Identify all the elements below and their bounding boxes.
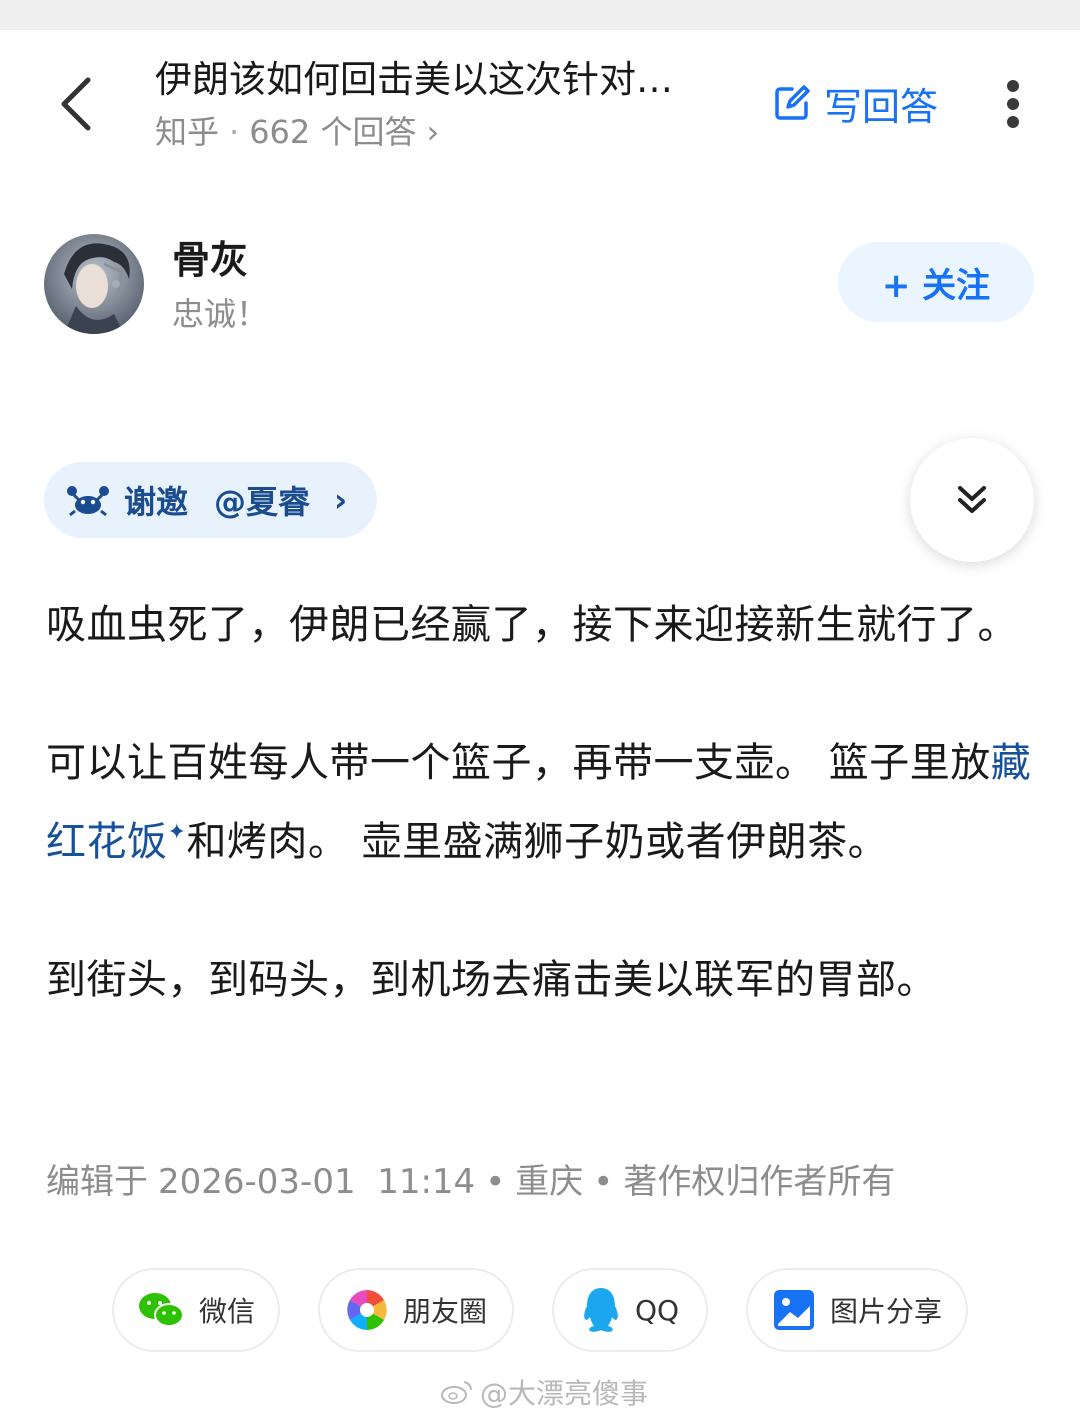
double-chevron-down-icon — [958, 486, 986, 513]
write-answer-button[interactable]: 写回答 — [772, 76, 938, 130]
image-icon — [773, 1290, 814, 1330]
question-header: 伊朗该如何回击美以这次针对… 知乎 · 662 个回答 › 写回答 — [0, 30, 1080, 180]
back-button[interactable] — [48, 72, 104, 136]
share-row: 微信 朋友圈 QQ 图片分享 — [0, 1268, 1080, 1354]
answers-count: 662 个回答 — [249, 113, 417, 151]
share-moments-label: 朋友圈 — [402, 1295, 487, 1328]
share-image-label: 图片分享 — [829, 1295, 942, 1328]
invite-label: 谢邀 — [124, 483, 189, 521]
share-wechat-button[interactable]: 微信 — [112, 1268, 280, 1352]
location: 重庆 — [515, 1162, 584, 1202]
answer-paragraph: 到街头，到码头，到机场去痛击美以联军的胃部。 — [46, 957, 937, 1003]
copyright-note: 著作权归作者所有 — [623, 1162, 896, 1202]
author-row: 骨灰 忠诚！ + 关注 — [0, 230, 1080, 340]
crab-icon — [67, 486, 109, 517]
follow-button[interactable]: + 关注 — [838, 242, 1034, 322]
answer-paragraph: 吸血虫死了，伊朗已经赢了，接下来迎接新生就行了。 — [46, 602, 1018, 648]
watermark-text: @大漂亮傻事 — [480, 1377, 649, 1410]
share-qq-label: QQ — [634, 1293, 680, 1327]
share-qq-button[interactable]: QQ — [552, 1268, 708, 1352]
chevron-left-icon — [61, 77, 91, 131]
author-name[interactable]: 骨灰 — [172, 234, 248, 286]
answer-content: 吸血虫死了，伊朗已经赢了，接下来迎接新生就行了。 可以让百姓每人带一个篮子，再带… — [46, 590, 1036, 1015]
author-bio: 忠诚！ — [172, 295, 269, 333]
share-wechat-label: 微信 — [198, 1295, 255, 1328]
chevron-right-icon: › — [334, 481, 348, 519]
wechat-icon — [138, 1293, 184, 1327]
collapse-button[interactable] — [910, 438, 1034, 562]
more-options-button[interactable] — [990, 74, 1036, 134]
invite-chip[interactable]: 谢邀 @夏睿 › — [44, 462, 378, 538]
invite-mention: @夏睿 — [214, 483, 311, 521]
sparkle-icon: ✦ — [167, 820, 187, 845]
qq-icon — [584, 1288, 618, 1332]
edit-icon — [775, 85, 810, 120]
edited-prefix: 编辑于 — [46, 1162, 148, 1202]
moments-icon — [347, 1290, 387, 1330]
edited-datetime: 2026-03-01 11:14 — [158, 1162, 476, 1202]
source-label: 知乎 — [155, 113, 220, 151]
answer-meta: 编辑于 2026-03-01 11:14 • 重庆 • 著作权归作者所有 — [46, 1158, 895, 1206]
share-image-button[interactable]: 图片分享 — [746, 1268, 968, 1352]
avatar[interactable] — [44, 234, 144, 334]
weibo-icon — [441, 1381, 473, 1404]
more-vertical-icon — [1007, 80, 1019, 92]
question-title[interactable]: 伊朗该如何回击美以这次针对… — [155, 54, 745, 106]
watermark: @大漂亮傻事 — [440, 1372, 648, 1412]
separator: · — [229, 113, 240, 151]
write-answer-label: 写回答 — [824, 84, 939, 129]
status-strip — [0, 0, 1080, 30]
share-moments-button[interactable]: 朋友圈 — [318, 1268, 514, 1352]
chevron-right-icon: › — [426, 113, 440, 151]
answer-paragraph: 可以让百姓每人带一个篮子，再带一支壶。 篮子里放藏红花饭✦和烤肉。 壶里盛满狮子… — [46, 740, 1032, 865]
question-subtitle[interactable]: 知乎 · 662 个回答 › — [155, 110, 439, 154]
